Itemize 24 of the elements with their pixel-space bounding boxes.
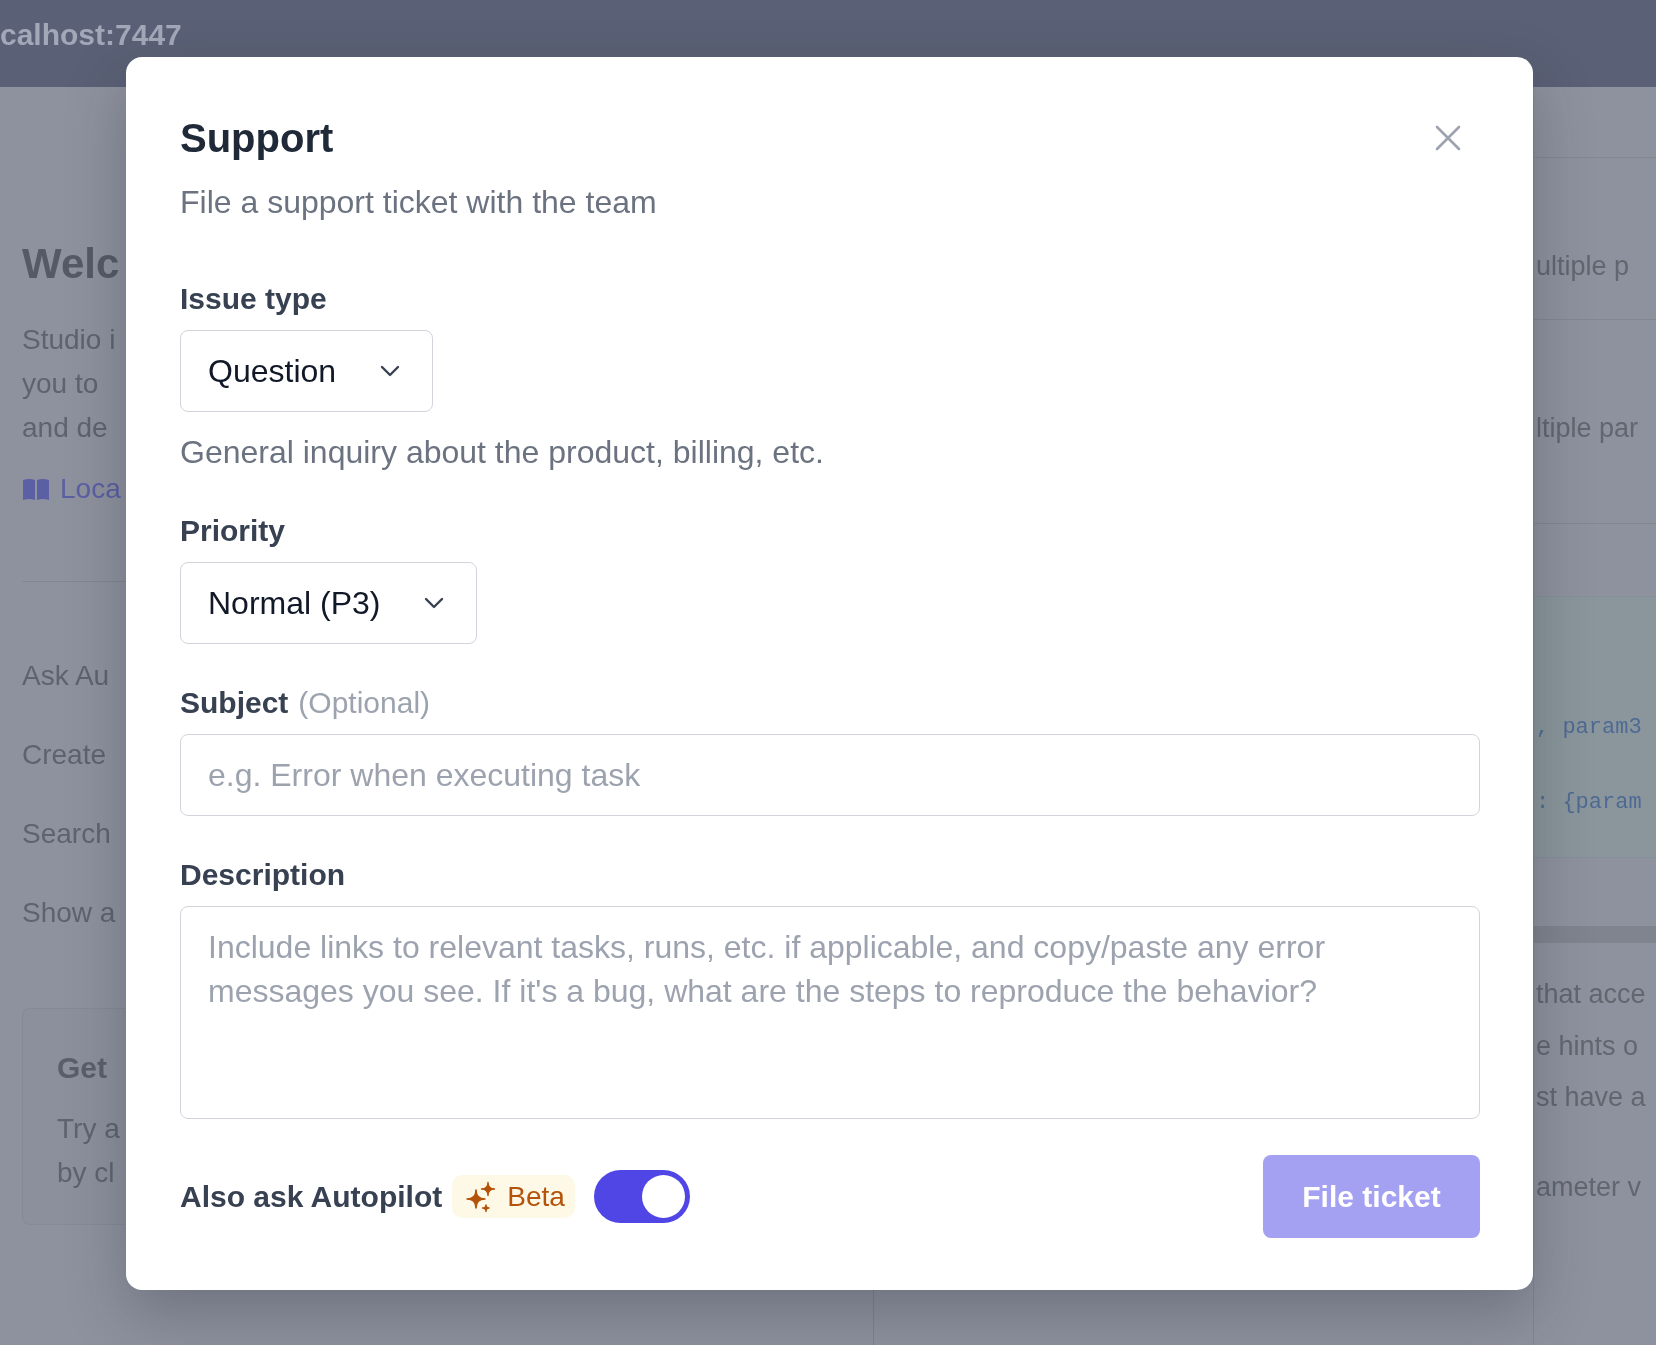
field-label: Issue type (180, 281, 327, 317)
field-label: Priority (180, 513, 286, 549)
autopilot-label: Also ask Autopilot (180, 1178, 443, 1215)
beta-badge: Beta (452, 1175, 575, 1218)
book-icon (22, 477, 50, 501)
help-text: General inquiry about the product, billing, etc. (180, 433, 824, 472)
chevron-down-icon (424, 597, 445, 609)
select-field[interactable]: Normal (P3) (180, 562, 478, 644)
chevron-down-icon (380, 365, 401, 377)
optional-hint: (Optional) (298, 685, 431, 721)
code-line: , param3 (1536, 714, 1642, 742)
subject-field[interactable]: e.g. Error when executing task (180, 734, 1480, 816)
field-label: Subject (180, 685, 289, 721)
description-field[interactable]: Include links to relevant tasks, runs, etc. if applicable, and copy/paste any error messages you see. If it's a bug, what are the steps to reproduce the behavior? (180, 906, 1480, 1119)
dialog-subtitle: File a support ticket with the team (180, 183, 658, 222)
dialog-title: Support (180, 115, 334, 162)
field-label: Description (180, 857, 346, 893)
page-heading: Welc (22, 239, 120, 289)
close-icon (1435, 125, 1461, 151)
select-field[interactable]: Question (180, 330, 434, 412)
code-line: : {param (1536, 789, 1642, 817)
address-text: calhost:7447 (0, 17, 182, 53)
sparkle-icon (465, 1180, 498, 1213)
autopilot-toggle[interactable] (593, 1170, 690, 1223)
